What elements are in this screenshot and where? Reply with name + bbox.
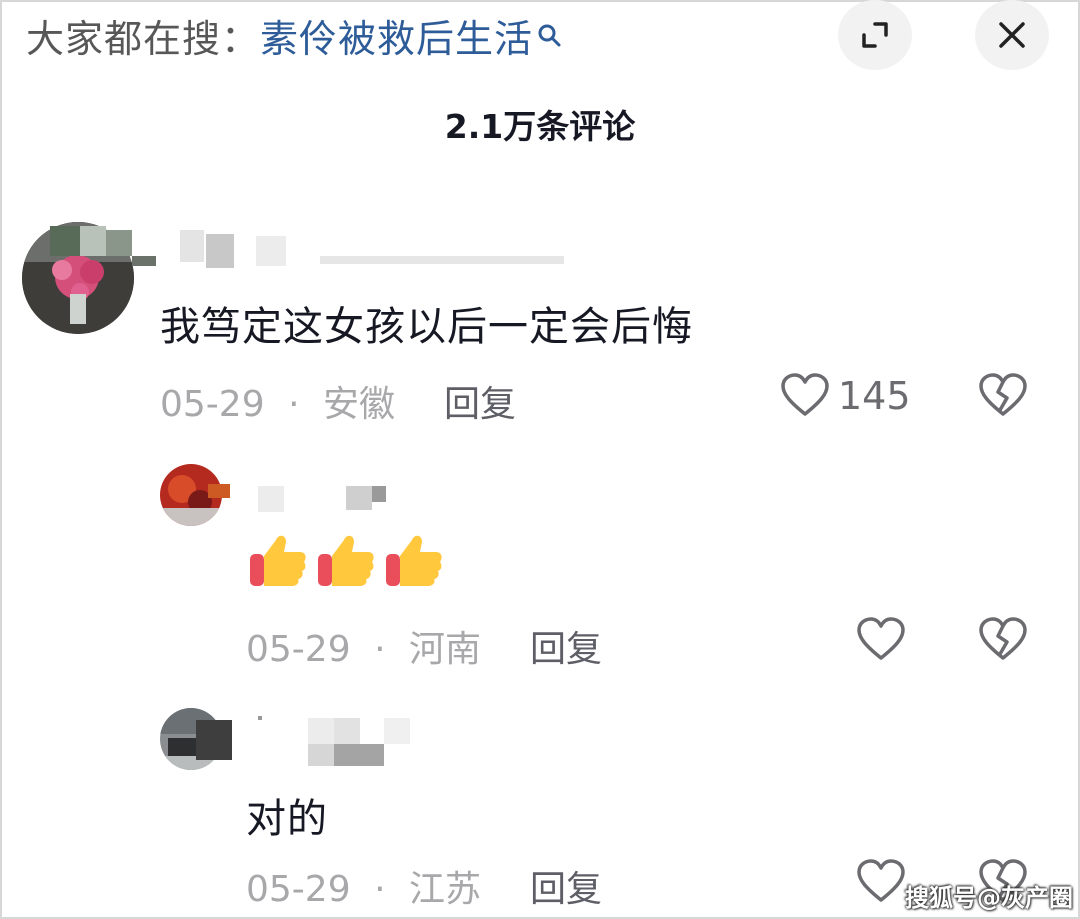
like-count: 145 bbox=[838, 374, 911, 418]
comment-date: 05-29 bbox=[160, 384, 265, 425]
search-icon bbox=[537, 14, 563, 47]
expand-button[interactable] bbox=[838, 0, 912, 70]
dislike-button[interactable] bbox=[978, 616, 1028, 666]
comment-text: 我笃定这女孩以后一定会后悔 bbox=[160, 304, 693, 350]
broken-heart-icon bbox=[979, 373, 1027, 416]
reply-date: 05-29 bbox=[246, 869, 351, 910]
meta-separator: · bbox=[374, 629, 386, 670]
heart-icon bbox=[781, 373, 829, 416]
meta-separator: · bbox=[374, 869, 386, 910]
comment-meta: 05-29 · 安徽 bbox=[160, 375, 395, 427]
comment-location: 安徽 bbox=[322, 384, 395, 425]
thumbs-up-icon bbox=[386, 535, 442, 586]
reply-location: 河南 bbox=[408, 629, 481, 670]
close-button[interactable] bbox=[975, 0, 1049, 70]
reply-button[interactable]: 回复 bbox=[444, 375, 516, 427]
search-prefix-label: 大家都在搜： bbox=[26, 16, 261, 61]
reply-meta: 05-29 · 江苏 bbox=[246, 860, 481, 912]
close-icon bbox=[999, 22, 1025, 48]
comment-count-title: 2.1万条评论 bbox=[444, 107, 636, 146]
meta-separator: · bbox=[288, 384, 300, 425]
reply-text: 对的 bbox=[246, 796, 328, 842]
reply-location: 江苏 bbox=[408, 869, 481, 910]
expand-icon bbox=[862, 22, 888, 48]
like-button[interactable] bbox=[856, 616, 906, 666]
like-button[interactable] bbox=[780, 372, 830, 422]
reply-date: 05-29 bbox=[246, 629, 351, 670]
broken-heart-icon bbox=[979, 617, 1027, 660]
heart-icon bbox=[857, 859, 905, 902]
search-term-link[interactable]: 素伶被救后生活 bbox=[260, 8, 533, 63]
watermark: 搜狐号@灰产圈 bbox=[905, 884, 1073, 912]
thumbs-up-icon bbox=[318, 535, 374, 586]
reply-button[interactable]: 回复 bbox=[530, 620, 602, 672]
thumbs-up-icon bbox=[250, 535, 306, 586]
search-suggestion[interactable]: 大家都在搜： 素伶被救后生活 bbox=[26, 8, 563, 62]
reply-button[interactable]: 回复 bbox=[530, 860, 602, 912]
heart-icon bbox=[857, 617, 905, 660]
dislike-button[interactable] bbox=[978, 372, 1028, 422]
reply-emoji-text: 👍👍👍 bbox=[248, 530, 444, 590]
reply-meta: 05-29 · 河南 bbox=[246, 620, 481, 672]
like-button[interactable] bbox=[856, 858, 906, 908]
